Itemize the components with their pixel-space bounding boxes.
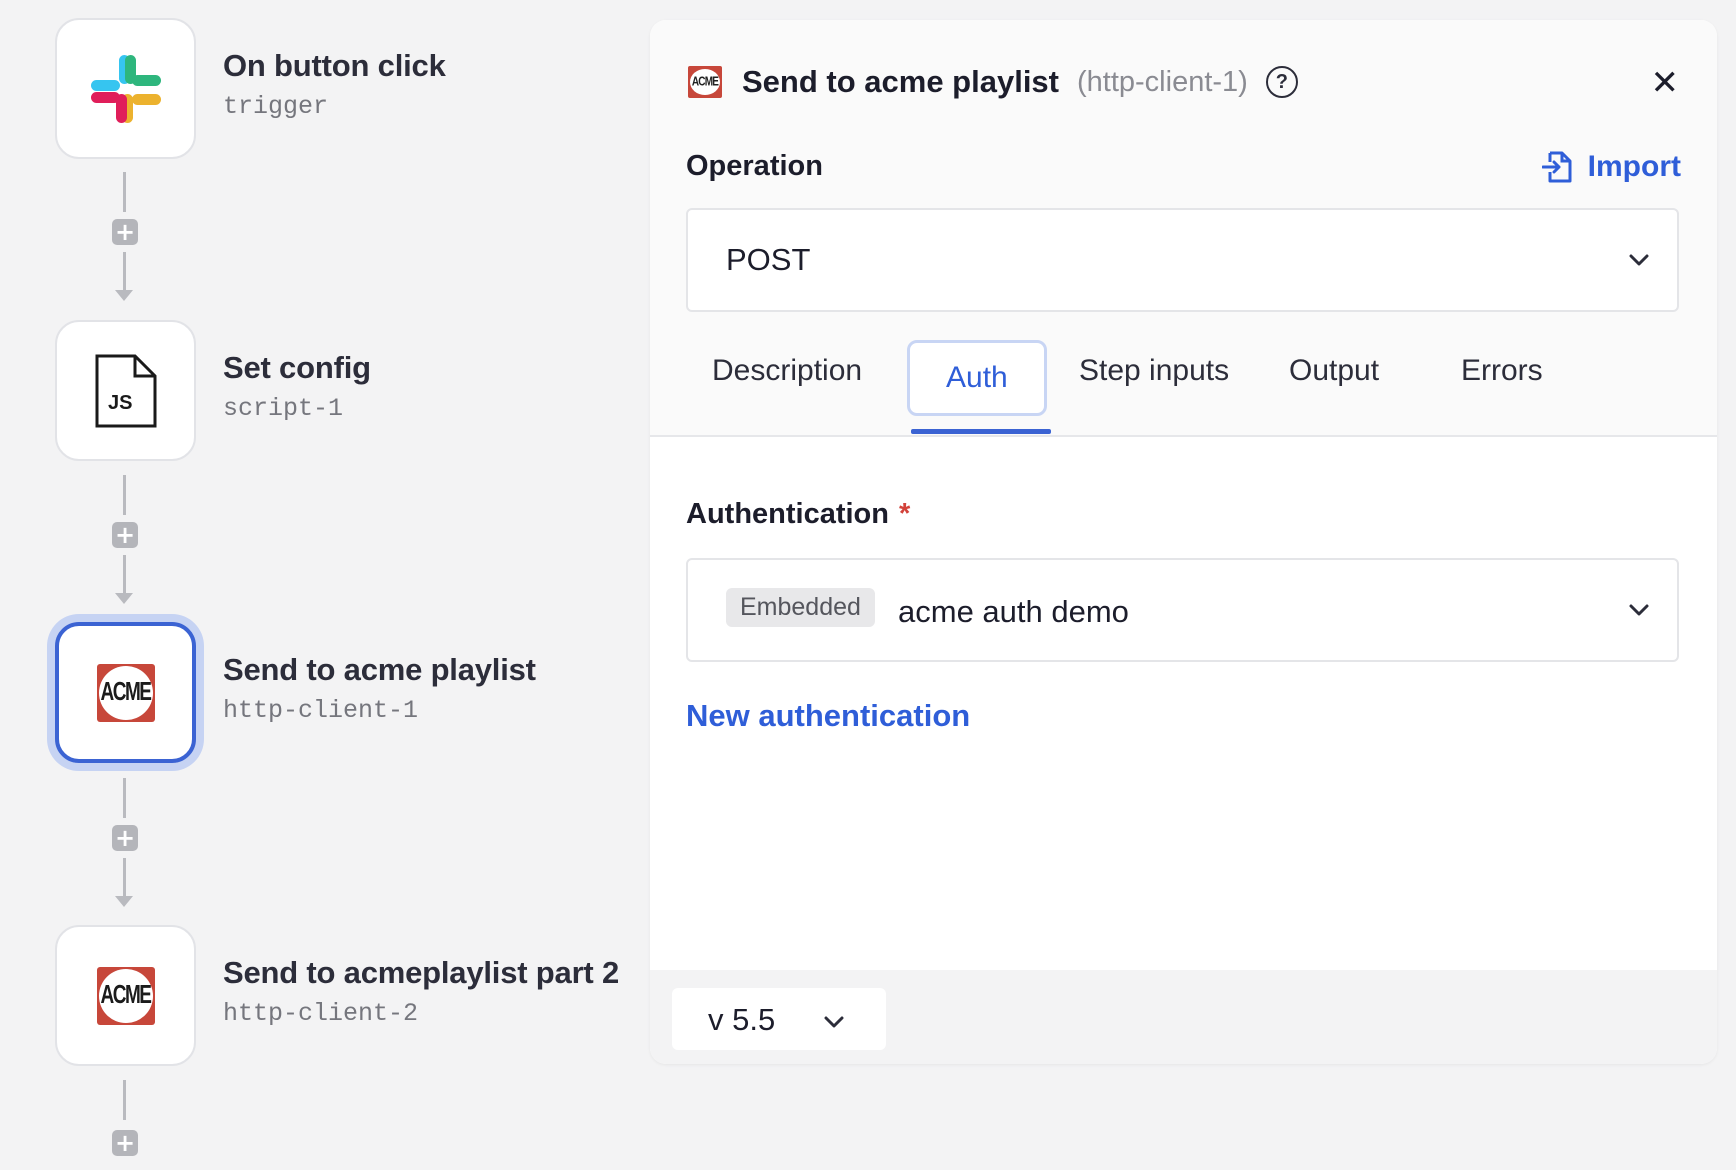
operation-select[interactable]: POST bbox=[686, 208, 1679, 312]
panel-title-row: ACME Send to acme playlist (http-client-… bbox=[688, 62, 1298, 102]
add-step-button[interactable]: + bbox=[112, 219, 138, 245]
new-authentication-link[interactable]: New authentication bbox=[686, 698, 970, 734]
add-step-button[interactable]: + bbox=[112, 1130, 138, 1156]
add-step-button[interactable]: + bbox=[112, 825, 138, 851]
acme-logo-icon: ACME bbox=[688, 66, 722, 98]
embedded-badge: Embedded bbox=[726, 588, 875, 627]
acme-logo-icon: ACME bbox=[96, 663, 155, 722]
step-subtitle: trigger bbox=[223, 92, 329, 121]
step-icon-card[interactable] bbox=[55, 18, 196, 159]
authentication-select[interactable]: Embedded acme auth demo bbox=[686, 558, 1679, 662]
step-title: Set config bbox=[223, 350, 371, 385]
tab-auth[interactable]: Auth bbox=[907, 340, 1047, 416]
import-label: Import bbox=[1587, 150, 1681, 183]
import-icon bbox=[1541, 151, 1572, 183]
arrow-down-icon bbox=[115, 896, 133, 907]
step-text: Send to acme playlist http-client-1 bbox=[223, 652, 536, 725]
step-icon-card[interactable]: JS bbox=[55, 320, 196, 461]
operation-label: Operation bbox=[686, 150, 823, 182]
js-file-icon: JS bbox=[95, 354, 156, 427]
js-file-label: JS bbox=[108, 392, 132, 414]
step-subtitle: http-client-1 bbox=[223, 696, 419, 725]
step-title: Send to acme playlist bbox=[223, 652, 536, 687]
step-icon-card[interactable]: ACME bbox=[55, 622, 196, 763]
flow-step-http-client-2[interactable]: ACME Send to acmeplaylist part 2 http-cl… bbox=[55, 925, 619, 1070]
slack-icon bbox=[90, 54, 161, 123]
tab-step-inputs[interactable]: Step inputs bbox=[1079, 354, 1229, 388]
authentication-value: acme auth demo bbox=[898, 594, 1129, 629]
flow-step-script[interactable]: JS Set config script-1 bbox=[55, 320, 371, 465]
chevron-down-icon bbox=[824, 1016, 844, 1028]
help-icon[interactable]: ? bbox=[1265, 66, 1298, 98]
panel-title: Send to acme playlist bbox=[742, 64, 1059, 99]
step-text: Send to acmeplaylist part 2 http-client-… bbox=[223, 955, 619, 1028]
authentication-label-text: Authentication bbox=[686, 498, 889, 530]
step-subtitle: script-1 bbox=[223, 394, 344, 423]
chevron-down-icon bbox=[1629, 604, 1649, 616]
acme-logo-text: ACME bbox=[100, 980, 152, 1009]
operation-value: POST bbox=[726, 242, 811, 277]
step-icon-card[interactable]: ACME bbox=[55, 925, 196, 1066]
flow-step-http-client-1[interactable]: ACME Send to acme playlist http-client-1 bbox=[55, 622, 536, 767]
panel-header: ACME Send to acme playlist (http-client-… bbox=[650, 20, 1717, 437]
acme-logo-text: ACME bbox=[100, 677, 152, 706]
import-button[interactable]: Import bbox=[1541, 150, 1681, 184]
flow-canvas: On button click trigger + JS Set config … bbox=[0, 0, 640, 1170]
active-tab-indicator bbox=[911, 429, 1051, 434]
step-title: Send to acmeplaylist part 2 bbox=[223, 955, 620, 990]
authentication-label: Authentication * bbox=[686, 498, 910, 531]
panel-footer: v 5.5 bbox=[650, 970, 1717, 1064]
step-subtitle: http-client-2 bbox=[223, 999, 419, 1028]
version-value: v 5.5 bbox=[708, 1002, 776, 1037]
add-step-button[interactable]: + bbox=[112, 522, 138, 548]
close-icon[interactable]: ✕ bbox=[1651, 66, 1680, 100]
step-config-panel: ACME Send to acme playlist (http-client-… bbox=[650, 20, 1717, 1064]
tab-output[interactable]: Output bbox=[1289, 354, 1379, 388]
version-select[interactable]: v 5.5 bbox=[672, 988, 886, 1050]
tab-errors[interactable]: Errors bbox=[1461, 354, 1543, 388]
arrow-down-icon bbox=[115, 593, 133, 604]
chevron-down-icon bbox=[1629, 254, 1649, 266]
step-text: On button click trigger bbox=[223, 48, 446, 121]
arrow-down-icon bbox=[115, 290, 133, 301]
acme-logo-icon: ACME bbox=[96, 966, 155, 1025]
flow-step-trigger[interactable]: On button click trigger bbox=[55, 18, 446, 163]
step-title: On button click bbox=[223, 48, 446, 83]
required-marker: * bbox=[899, 498, 911, 530]
acme-logo-text: ACME bbox=[691, 74, 719, 90]
step-text: Set config script-1 bbox=[223, 350, 371, 423]
panel-step-id: (http-client-1) bbox=[1077, 65, 1248, 98]
tab-description[interactable]: Description bbox=[712, 354, 862, 388]
